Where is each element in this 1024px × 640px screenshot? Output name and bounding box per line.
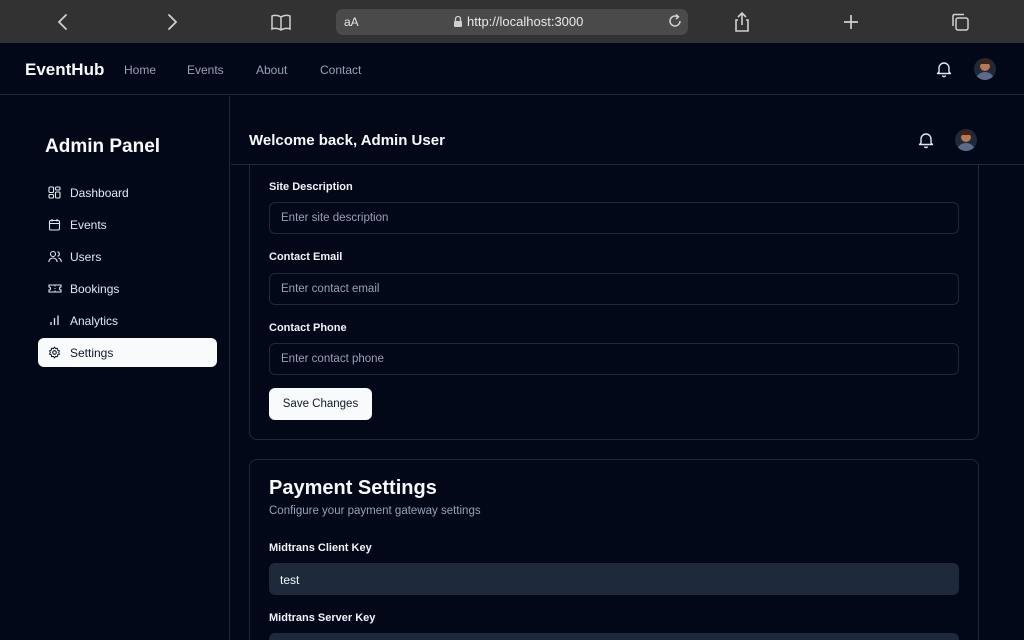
payment-settings-subtitle: Configure your payment gateway settings [269, 505, 481, 517]
welcome-message: Welcome back, Admin User [249, 132, 445, 149]
tabs-icon [952, 13, 969, 31]
avatar[interactable] [974, 58, 996, 80]
sidebar-item-users[interactable]: Users [38, 242, 217, 271]
midtrans-client-key-label: Midtrans Client Key [269, 542, 372, 554]
url-text: http://localhost:3000 [467, 14, 584, 29]
sidebar-item-label: Settings [70, 346, 114, 360]
lock-icon [454, 15, 462, 27]
user-avatar-icon [976, 59, 994, 80]
contact-phone-label: Contact Phone [269, 322, 347, 334]
payment-settings-title: Payment Settings [269, 477, 437, 499]
forward-button[interactable] [157, 7, 187, 37]
nav-link-events[interactable]: Events [187, 63, 224, 77]
bell-icon[interactable] [917, 131, 935, 149]
ticket-icon [48, 284, 62, 293]
calendar-icon [48, 219, 61, 231]
brand-logo[interactable]: EventHub [25, 60, 104, 80]
users-icon [48, 250, 62, 263]
text-size-button[interactable]: aA [344, 15, 359, 29]
sidebar-item-dashboard[interactable]: Dashboard [38, 178, 217, 207]
contact-phone-placeholder: Enter contact phone [281, 353, 384, 365]
site-description-label: Site Description [269, 181, 353, 193]
main-header: Welcome back, Admin User [231, 116, 1024, 165]
site-description-placeholder: Enter site description [281, 212, 389, 224]
bookmarks-button[interactable] [266, 7, 296, 37]
save-changes-button[interactable]: Save Changes [269, 388, 372, 420]
midtrans-server-key-input[interactable] [269, 633, 959, 640]
back-button[interactable] [48, 7, 78, 37]
sidebar-item-label: Analytics [70, 314, 119, 328]
sidebar-item-label: Dashboard [70, 186, 129, 200]
contact-phone-input[interactable]: Enter contact phone [269, 343, 959, 375]
admin-sidebar: Admin Panel Dashboard Events Users Booki… [0, 96, 230, 640]
contact-email-label: Contact Email [269, 251, 343, 263]
user-avatar-icon [957, 130, 975, 151]
bar-chart-icon [50, 315, 59, 325]
midtrans-server-key-label: Midtrans Server Key [269, 612, 376, 624]
sidebar-item-analytics[interactable]: Analytics [38, 306, 217, 335]
address-bar[interactable]: aA http://localhost:3000 [336, 9, 688, 35]
midtrans-client-key-input[interactable]: test [269, 563, 959, 595]
book-icon [271, 14, 291, 31]
chevron-left-icon [57, 14, 67, 30]
avatar[interactable] [955, 129, 977, 151]
nav-link-home[interactable]: Home [124, 63, 156, 77]
sidebar-item-label: Events [70, 218, 107, 232]
top-navigation: EventHub Home Events About Contact [0, 43, 1024, 95]
chevron-right-icon [168, 14, 178, 30]
nav-link-about[interactable]: About [256, 63, 287, 77]
sidebar-item-settings[interactable]: Settings [38, 338, 217, 367]
site-description-input[interactable]: Enter site description [269, 202, 959, 234]
bell-icon[interactable] [935, 60, 953, 78]
dashboard-icon [48, 186, 61, 199]
plus-icon [844, 15, 858, 29]
panel-title: Admin Panel [45, 136, 161, 157]
save-changes-label: Save Changes [282, 398, 359, 410]
sidebar-item-bookings[interactable]: Bookings [38, 274, 217, 303]
browser-toolbar: aA http://localhost:3000 [0, 0, 1024, 43]
contact-email-placeholder: Enter contact email [281, 283, 380, 295]
sidebar-item-label: Bookings [70, 282, 120, 296]
reload-icon[interactable] [667, 13, 683, 29]
midtrans-client-key-value: test [280, 573, 300, 587]
new-tab-button[interactable] [836, 7, 866, 37]
contact-email-input[interactable]: Enter contact email [269, 273, 959, 305]
gear-icon [49, 346, 60, 359]
nav-link-contact[interactable]: Contact [320, 63, 361, 77]
share-button[interactable] [727, 7, 757, 37]
share-icon [735, 11, 749, 32]
sidebar-item-label: Users [70, 250, 102, 264]
tabs-button[interactable] [945, 7, 975, 37]
sidebar-item-events[interactable]: Events [38, 210, 217, 239]
